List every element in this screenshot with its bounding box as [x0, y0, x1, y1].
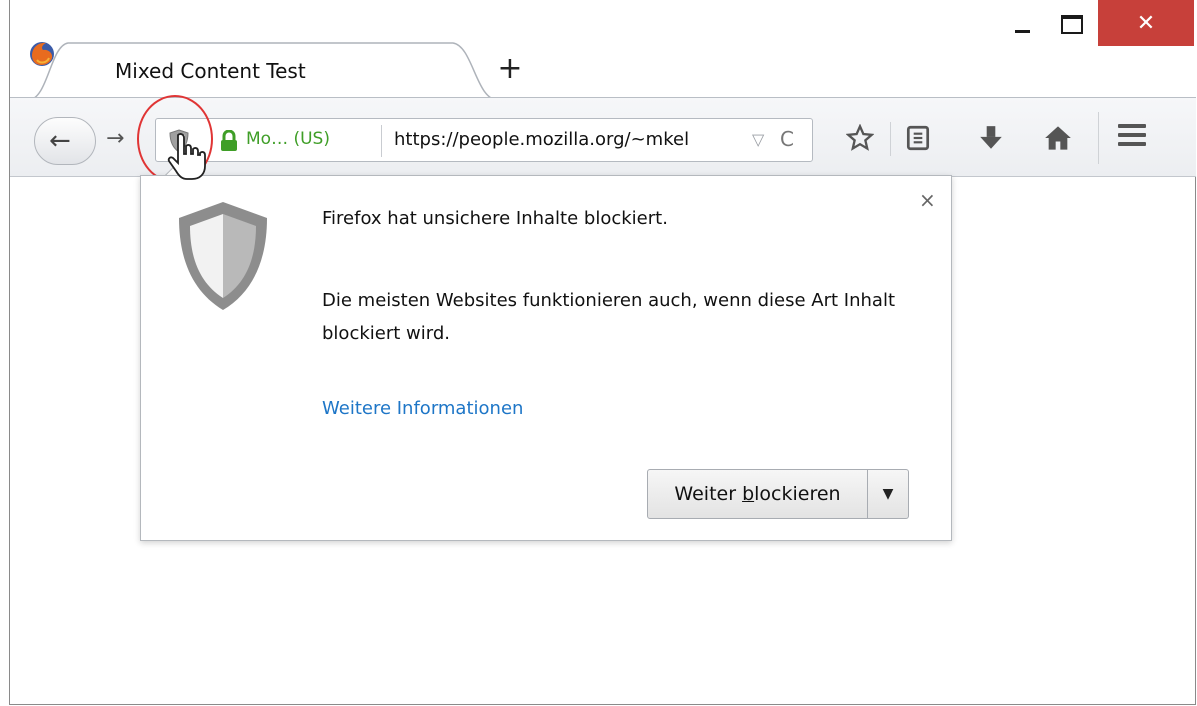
close-window-button[interactable]: ✕ — [1098, 0, 1194, 46]
maximize-icon — [1061, 14, 1083, 34]
browser-window: ✕ Mixed Content Test + ← → Mo… (US) http… — [9, 0, 1196, 705]
address-bar[interactable]: Mo… (US) https://people.mozilla.org/~mke… — [155, 118, 813, 162]
popup-heading: Firefox hat unsichere Inhalte blockiert. — [322, 208, 668, 229]
keep-blocking-split-button: Weiter blockieren ▼ — [647, 469, 909, 519]
close-popup-icon[interactable]: × — [919, 188, 936, 212]
keep-blocking-dropdown-button[interactable]: ▼ — [868, 470, 908, 518]
title-bar: ✕ Mixed Content Test + — [10, 0, 1196, 100]
site-identity-label[interactable]: Mo… (US) — [246, 129, 330, 149]
button-label-accesskey: b — [742, 483, 755, 505]
firefox-logo-icon — [30, 42, 54, 66]
hand-cursor-icon — [167, 133, 206, 180]
back-arrow-icon: ← — [49, 126, 71, 156]
lock-icon — [221, 130, 237, 151]
dropdown-arrow-icon: ▼ — [882, 486, 894, 502]
download-icon[interactable] — [978, 124, 1004, 152]
more-info-link[interactable]: Weitere Informationen — [322, 398, 523, 419]
keep-blocking-button[interactable]: Weiter blockieren — [648, 470, 868, 518]
popup-body: Die meisten Websites funktionieren auch,… — [322, 290, 896, 344]
history-dropdown-icon[interactable]: ▽ — [752, 130, 764, 149]
star-icon[interactable] — [846, 124, 874, 152]
mixed-content-popup: × Firefox hat unsichere Inhalte blockier… — [140, 175, 952, 541]
reload-icon[interactable]: C — [780, 127, 794, 151]
plus-icon: + — [497, 51, 523, 86]
close-icon: ✕ — [1136, 10, 1156, 36]
minimize-button[interactable] — [1000, 0, 1044, 48]
back-button[interactable]: ← — [34, 117, 96, 165]
forward-arrow-icon: → — [106, 126, 125, 151]
maximize-button[interactable] — [1050, 0, 1094, 48]
minimize-icon — [1014, 29, 1030, 33]
menu-icon[interactable] — [1118, 124, 1146, 151]
tab-mixed-content-test[interactable]: Mixed Content Test — [28, 40, 498, 100]
button-label-pre: Weiter — [674, 483, 743, 505]
tab-title: Mixed Content Test — [115, 59, 306, 83]
button-label-post: lockieren — [754, 483, 841, 505]
home-icon[interactable] — [1044, 124, 1072, 152]
url-input[interactable]: https://people.mozilla.org/~mkel — [394, 129, 689, 150]
new-tab-button[interactable]: + — [490, 50, 530, 90]
reader-icon[interactable] — [905, 124, 931, 152]
url-separator — [381, 125, 382, 157]
forward-button[interactable]: → — [106, 126, 124, 151]
shield-icon — [179, 202, 267, 310]
toolbar-separator — [890, 122, 891, 156]
toolbar-separator — [1098, 112, 1099, 164]
